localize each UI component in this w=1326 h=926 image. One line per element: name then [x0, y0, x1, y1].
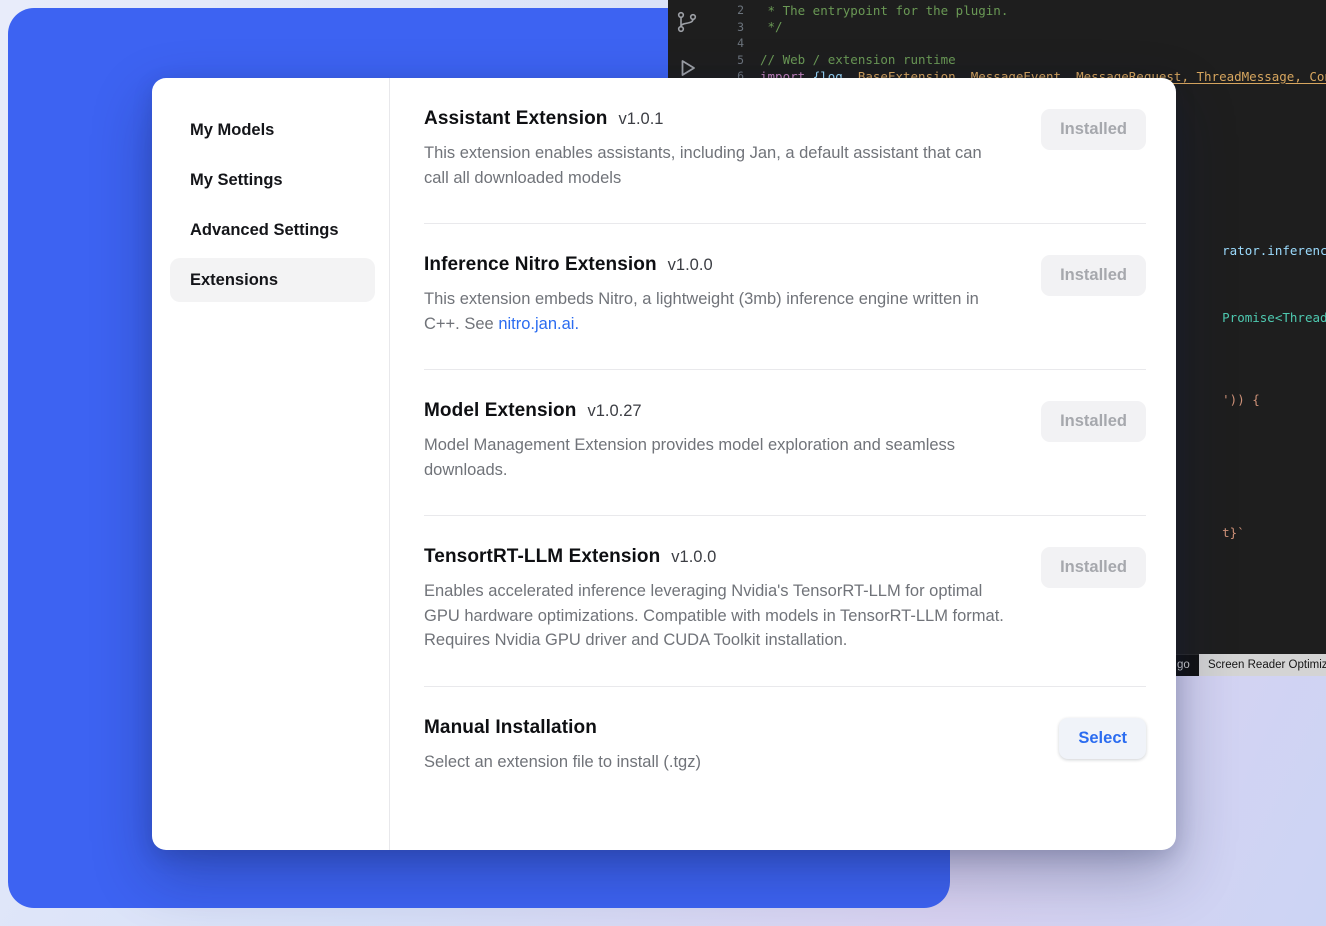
extension-info: Inference Nitro Extension v1.0.0 This ex… [424, 254, 1009, 336]
manual-installation-row: Manual Installation Select an extension … [424, 687, 1146, 795]
extension-title: Model Extension [424, 400, 576, 422]
code-line: 4 [722, 35, 1326, 52]
extension-info: TensortRT-LLM Extension v1.0.0 Enables a… [424, 546, 1009, 653]
extension-title: Inference Nitro Extension [424, 254, 657, 276]
code-fragment: Promise<ThreadMessage> [1177, 295, 1326, 340]
extension-version: v1.0.1 [619, 110, 664, 129]
extension-description: This extension enables assistants, inclu… [424, 141, 1009, 190]
code-fragment: t}` [1177, 510, 1245, 555]
sidebar-item-advanced-settings[interactable]: Advanced Settings [170, 208, 375, 252]
extension-row-tensorrt-llm: TensortRT-LLM Extension v1.0.0 Enables a… [424, 516, 1146, 687]
sidebar-item-my-models[interactable]: My Models [170, 108, 375, 152]
extension-version: v1.0.0 [671, 548, 716, 567]
desktop: 2 * The entrypoint for the plugin. 3 */ … [0, 0, 1326, 926]
extension-title: Assistant Extension [424, 108, 608, 130]
extension-heading: TensortRT-LLM Extension v1.0.0 [424, 546, 1009, 568]
extension-heading: Assistant Extension v1.0.1 [424, 108, 1009, 130]
statusbar-language-indicator[interactable]: go [1177, 654, 1190, 676]
code-text: rator.inference(data)); [1222, 243, 1326, 258]
extension-row-assistant: Assistant Extension v1.0.1 This extensio… [424, 78, 1146, 224]
installed-button-assistant[interactable]: Installed [1041, 109, 1146, 150]
extension-row-model: Model Extension v1.0.27 Model Management… [424, 370, 1146, 516]
installed-button-model[interactable]: Installed [1041, 401, 1146, 442]
line-number: 5 [722, 53, 744, 67]
extension-info: Model Extension v1.0.27 Model Management… [424, 400, 1009, 482]
source-control-icon[interactable] [675, 10, 699, 34]
code-line: 3 */ [722, 19, 1326, 36]
extension-title: TensortRT-LLM Extension [424, 546, 660, 568]
settings-modal: My Models My Settings Advanced Settings … [152, 78, 1176, 850]
screen-reader-optimized-status[interactable]: Screen Reader Optimize [1199, 654, 1326, 676]
installed-button-tensorrt-llm[interactable]: Installed [1041, 547, 1146, 588]
manual-installation-title: Manual Installation [424, 717, 597, 739]
extension-heading: Manual Installation [424, 717, 701, 739]
sidebar-item-label: Advanced Settings [190, 221, 339, 240]
line-number: 3 [722, 20, 744, 34]
sidebar-item-label: Extensions [190, 271, 278, 290]
code-area: 2 * The entrypoint for the plugin. 3 */ … [722, 2, 1326, 85]
code-text: ')) { [1222, 392, 1260, 407]
code-line: 5 // Web / extension runtime [722, 52, 1326, 69]
manual-installation-description: Select an extension file to install (.tg… [424, 750, 701, 775]
code-text: * The entrypoint for the plugin. [760, 3, 1008, 18]
line-number: 2 [722, 3, 744, 17]
sidebar-item-my-settings[interactable]: My Settings [170, 158, 375, 202]
extension-row-inference-nitro: Inference Nitro Extension v1.0.0 This ex… [424, 224, 1146, 370]
extension-info: Assistant Extension v1.0.1 This extensio… [424, 108, 1009, 190]
code-text: // Web / extension runtime [760, 52, 956, 67]
extensions-panel: Assistant Extension v1.0.1 This extensio… [390, 78, 1176, 850]
sidebar-item-label: My Settings [190, 171, 283, 190]
extension-info: Manual Installation Select an extension … [424, 717, 701, 775]
line-number: 4 [722, 36, 744, 50]
extension-description: This extension embeds Nitro, a lightweig… [424, 287, 1009, 336]
extension-heading: Model Extension v1.0.27 [424, 400, 1009, 422]
code-text: Promise<ThreadMessage> [1222, 310, 1326, 325]
extension-heading: Inference Nitro Extension v1.0.0 [424, 254, 1009, 276]
extension-version: v1.0.27 [587, 402, 641, 421]
code-fragment: rator.inference(data)); [1177, 228, 1326, 273]
nitro-jan-ai-link[interactable]: nitro.jan.ai. [498, 315, 579, 333]
run-debug-icon[interactable] [675, 56, 699, 80]
extension-version: v1.0.0 [668, 256, 713, 275]
code-fragment: ')) { [1177, 377, 1260, 422]
extension-description: Model Management Extension provides mode… [424, 433, 1009, 482]
code-text: t}` [1222, 525, 1245, 540]
extension-description: Enables accelerated inference leveraging… [424, 579, 1009, 653]
code-text: */ [760, 19, 783, 34]
code-line: 2 * The entrypoint for the plugin. [722, 2, 1326, 19]
settings-sidebar: My Models My Settings Advanced Settings … [152, 78, 390, 850]
installed-button-inference-nitro[interactable]: Installed [1041, 255, 1146, 296]
sidebar-item-label: My Models [190, 121, 274, 140]
sidebar-item-extensions[interactable]: Extensions [170, 258, 375, 302]
select-file-button[interactable]: Select [1059, 718, 1146, 759]
